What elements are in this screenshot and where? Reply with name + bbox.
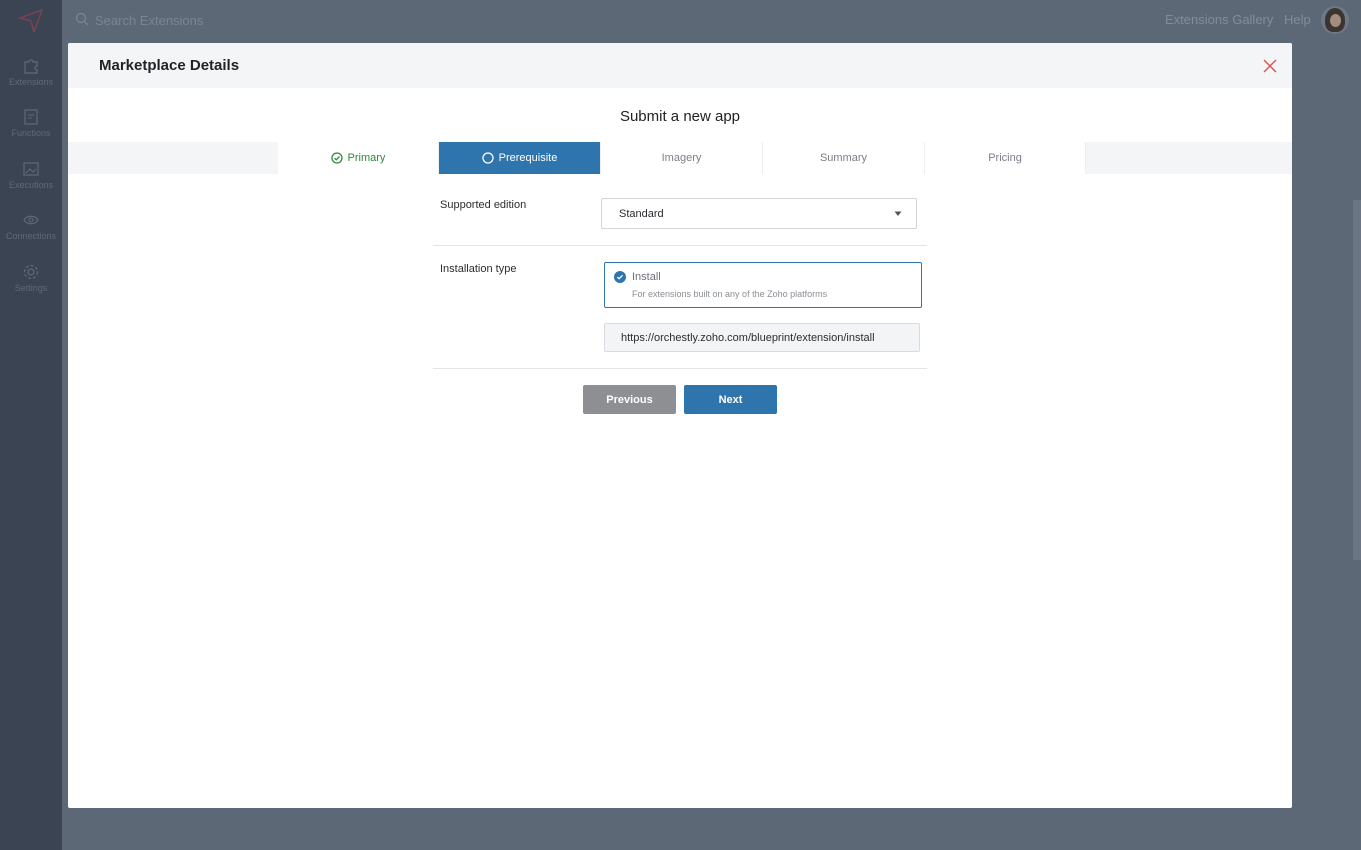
connections-icon bbox=[23, 215, 39, 225]
tab-summary[interactable]: Summary bbox=[763, 142, 925, 174]
install-option-label: Install bbox=[632, 271, 661, 283]
supported-edition-select[interactable]: Standard bbox=[601, 198, 917, 229]
divider bbox=[433, 245, 927, 246]
sidebar-item-functions[interactable]: Functions bbox=[0, 108, 62, 138]
marketplace-details-modal: Marketplace Details Submit a new app Pri… bbox=[68, 43, 1292, 808]
tab-imagery[interactable]: Imagery bbox=[601, 142, 763, 174]
sidebar-item-label: Settings bbox=[14, 283, 48, 293]
sidebar-item-label: Functions bbox=[11, 128, 51, 138]
supported-edition-label: Supported edition bbox=[440, 199, 527, 211]
background-scrollbar bbox=[1353, 200, 1361, 560]
avatar[interactable] bbox=[1321, 6, 1349, 34]
circle-icon bbox=[481, 152, 494, 164]
sidebar-item-label: Connections bbox=[5, 231, 57, 241]
install-url-input[interactable] bbox=[604, 323, 920, 352]
tab-label: Imagery bbox=[661, 152, 702, 164]
install-option-description: For extensions built on any of the Zoho … bbox=[632, 289, 828, 299]
sidebar-item-extensions[interactable]: Extensions bbox=[0, 57, 62, 87]
tab-prerequisite[interactable]: Prerequisite bbox=[439, 142, 601, 174]
search-input[interactable] bbox=[95, 8, 395, 32]
sidebar-item-settings[interactable]: Settings bbox=[0, 263, 62, 293]
app-logo-icon[interactable] bbox=[17, 6, 45, 34]
sidebar-item-connections[interactable]: Connections bbox=[0, 211, 62, 241]
tab-label: Prerequisite bbox=[498, 152, 558, 164]
check-circle-icon bbox=[330, 152, 343, 164]
puzzle-icon bbox=[24, 59, 38, 74]
app-sidebar: Extensions Functions Executions Connecti… bbox=[0, 0, 62, 850]
next-button[interactable]: Next bbox=[684, 385, 777, 414]
executions-icon bbox=[23, 162, 39, 176]
select-value: Standard bbox=[619, 208, 664, 220]
gear-icon bbox=[23, 264, 39, 280]
search-icon bbox=[75, 12, 89, 26]
functions-icon bbox=[24, 109, 38, 125]
help-link[interactable]: Help bbox=[1284, 12, 1311, 27]
app-topbar: Extensions Gallery Help bbox=[62, 0, 1361, 40]
extensions-gallery-link[interactable]: Extensions Gallery bbox=[1165, 12, 1273, 27]
install-option-card[interactable]: Install For extensions built on any of t… bbox=[604, 262, 922, 308]
tab-label: Pricing bbox=[988, 152, 1022, 164]
tab-pricing[interactable]: Pricing bbox=[925, 142, 1086, 174]
modal-title: Marketplace Details bbox=[99, 57, 240, 74]
sidebar-item-executions[interactable]: Executions bbox=[0, 160, 62, 190]
caret-down-icon bbox=[894, 211, 902, 216]
modal-header: Marketplace Details bbox=[68, 43, 1292, 88]
close-icon[interactable] bbox=[1262, 58, 1278, 74]
divider bbox=[433, 368, 927, 369]
page-subtitle: Submit a new app bbox=[619, 108, 741, 125]
installation-type-label: Installation type bbox=[440, 263, 517, 275]
tab-label: Primary bbox=[347, 152, 386, 164]
sidebar-item-label: Executions bbox=[8, 180, 54, 190]
sidebar-item-label: Extensions bbox=[8, 77, 54, 87]
radio-checked-icon[interactable] bbox=[614, 271, 626, 283]
tab-primary[interactable]: Primary bbox=[278, 142, 439, 174]
tab-label: Summary bbox=[819, 152, 868, 164]
previous-button[interactable]: Previous bbox=[583, 385, 676, 414]
